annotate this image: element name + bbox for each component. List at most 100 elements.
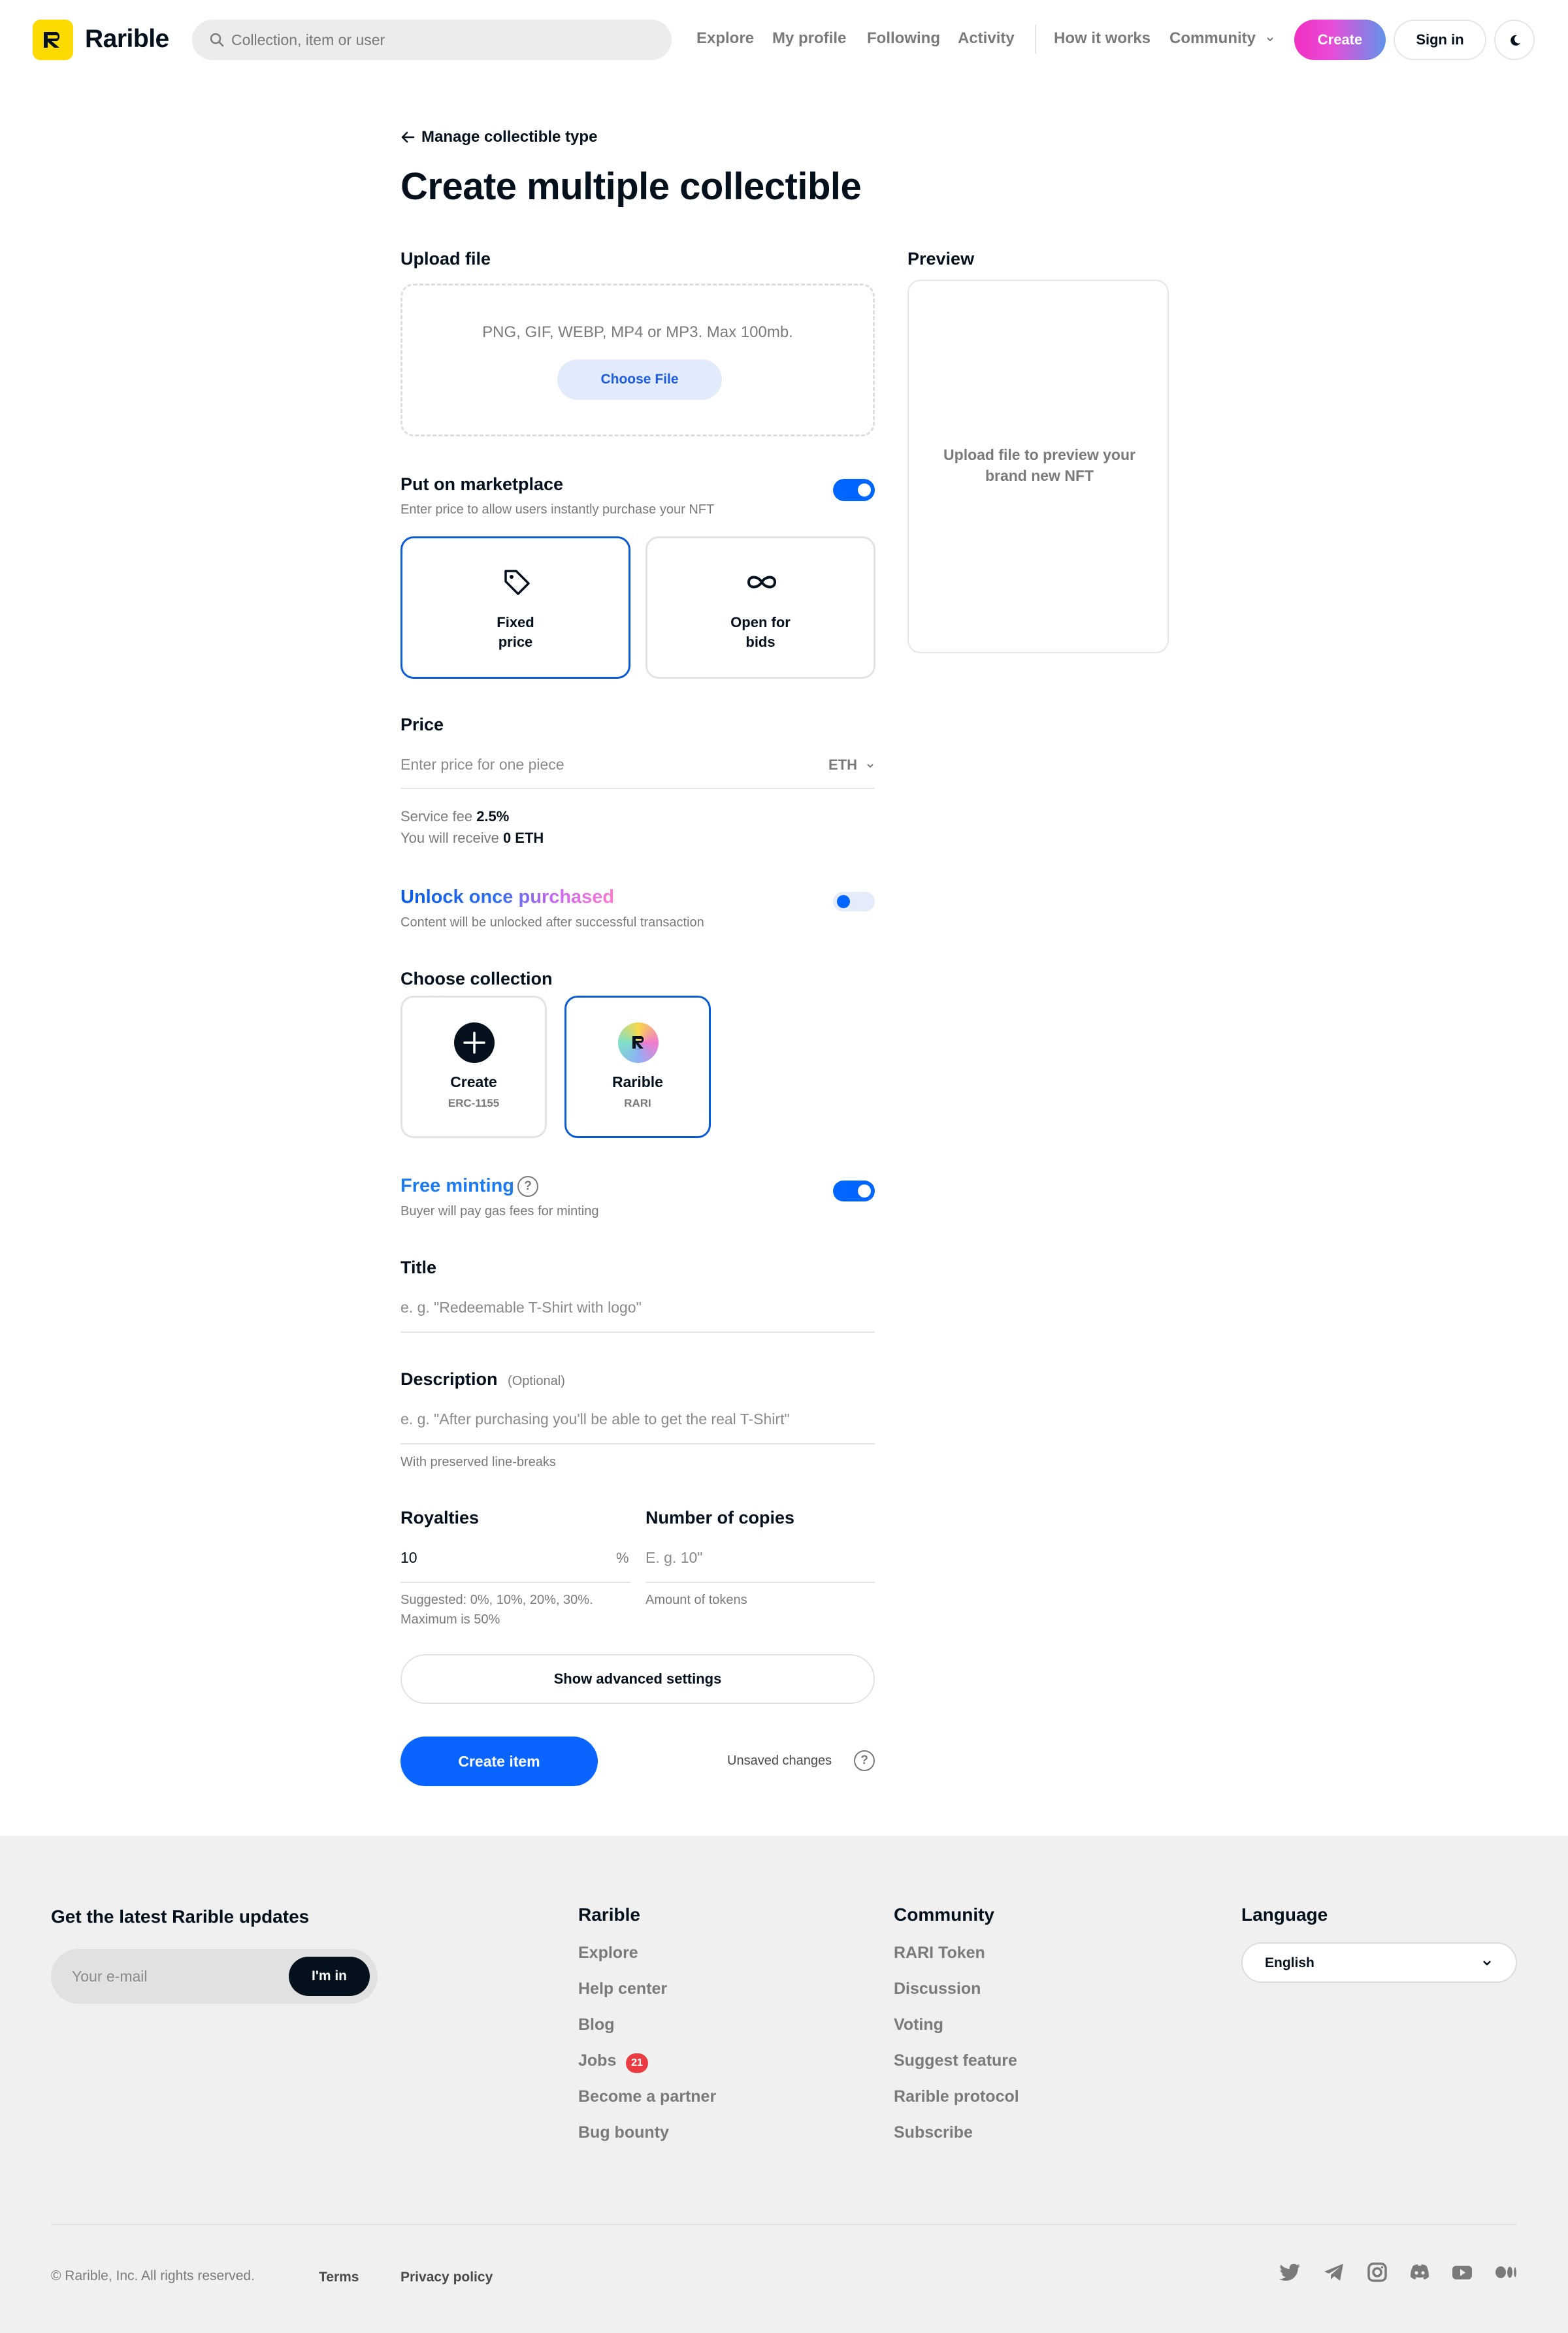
royalties-label: Royalties: [400, 1508, 480, 1527]
nav-explore[interactable]: Explore: [696, 29, 754, 48]
fixed-price-label: Fixed price: [497, 614, 534, 650]
currency-value: ETH: [828, 757, 857, 773]
copies-underline: [645, 1582, 875, 1583]
footer-link-rari-token[interactable]: RARI Token: [894, 1944, 985, 1963]
moon-icon: [1511, 35, 1520, 46]
footer-link-voting[interactable]: Voting: [894, 2015, 943, 2034]
chevron-down-icon: [1483, 1961, 1491, 1966]
instagram-icon[interactable]: [1365, 2262, 1389, 2283]
youtube-icon[interactable]: [1450, 2262, 1474, 2283]
preview-label: Preview: [907, 249, 975, 269]
footer-link-blog[interactable]: Blog: [578, 2015, 615, 2034]
nav-how-it-works[interactable]: How it works: [1054, 29, 1151, 48]
discord-icon[interactable]: [1408, 2262, 1431, 2283]
language-value: English: [1265, 1955, 1315, 1970]
subscribe-button[interactable]: I'm in: [289, 1957, 370, 1996]
rarible-collection-name: Rarible: [612, 1073, 663, 1090]
arrow-left-icon: [401, 131, 415, 143]
medium-icon[interactable]: [1494, 2262, 1518, 2283]
copyright-text: © Rarible, Inc. All rights reserved.: [51, 2268, 255, 2283]
preview-placeholder-text: Upload file to preview your brand new NF…: [943, 446, 1135, 484]
telegram-icon[interactable]: [1322, 2262, 1346, 2283]
upload-hint: PNG, GIF, WEBP, MP4 or MP3. Max 100mb.: [482, 323, 793, 341]
unsaved-help-icon[interactable]: ?: [854, 1750, 875, 1771]
nav-my-profile[interactable]: My profile: [772, 29, 846, 48]
sign-in-button[interactable]: Sign in: [1394, 20, 1486, 60]
create-collection-name: Create: [450, 1073, 497, 1090]
description-hint: With preserved line-breaks: [400, 1455, 556, 1469]
copies-label: Number of copies: [645, 1508, 795, 1527]
free-minting-toggle[interactable]: [833, 1181, 875, 1201]
footer-link-suggest-feature[interactable]: Suggest feature: [894, 2051, 1017, 2070]
footer-link-discussion[interactable]: Discussion: [894, 1980, 981, 1999]
description-input[interactable]: [400, 1406, 875, 1432]
create-collection-card[interactable]: Create ERC-1155: [400, 996, 547, 1138]
footer-rarible-title: Rarible: [578, 1904, 640, 1925]
show-advanced-settings-button[interactable]: Show advanced settings: [400, 1654, 875, 1704]
search-bar[interactable]: [192, 20, 672, 60]
footer-language-title: Language: [1241, 1904, 1328, 1925]
rarible-collection-card[interactable]: Rarible RARI: [564, 996, 711, 1138]
create-item-button[interactable]: Create item: [400, 1737, 598, 1786]
royalties-input[interactable]: [400, 1544, 603, 1571]
privacy-policy-link[interactable]: Privacy policy: [400, 2270, 493, 2285]
title-input[interactable]: [400, 1294, 875, 1320]
copies-input[interactable]: [645, 1544, 874, 1571]
top-navigation: Rarible Explore My profile Following Act…: [0, 0, 1568, 78]
open-for-bids-option[interactable]: Open for bids: [645, 536, 875, 679]
language-select[interactable]: English: [1241, 1942, 1517, 1983]
royalties-unit: %: [616, 1550, 629, 1566]
currency-select[interactable]: ETH: [828, 757, 874, 774]
description-optional: (Optional): [508, 1374, 565, 1388]
footer-link-become-partner[interactable]: Become a partner: [578, 2087, 716, 2106]
rarible-logo-icon[interactable]: [33, 20, 73, 60]
footer-link-explore[interactable]: Explore: [578, 1944, 638, 1963]
email-input[interactable]: [72, 1949, 268, 2004]
price-input[interactable]: [400, 751, 812, 777]
newsletter-form: I'm in: [51, 1949, 378, 2004]
unlock-label: Unlock once purchased: [400, 887, 615, 907]
preview-card: Upload file to preview your brand new NF…: [907, 280, 1169, 653]
brand-name[interactable]: Rarible: [85, 25, 169, 54]
footer-link-rarible-protocol[interactable]: Rarible protocol: [894, 2087, 1019, 2106]
marketplace-subtext: Enter price to allow users instantly pur…: [400, 502, 715, 517]
footer: Get the latest Rarible updates I'm in Ra…: [0, 1836, 1568, 2333]
upload-dropzone[interactable]: PNG, GIF, WEBP, MP4 or MP3. Max 100mb. C…: [400, 284, 875, 436]
royalties-hint-1: Suggested: 0%, 10%, 20%, 30%.: [400, 1593, 593, 1607]
price-label: Price: [400, 715, 444, 734]
fixed-price-option[interactable]: Fixed price: [400, 536, 630, 679]
search-input[interactable]: [231, 20, 656, 60]
marketplace-toggle[interactable]: [833, 479, 875, 501]
footer-link-help-center[interactable]: Help center: [578, 1980, 667, 1999]
footer-link-subscribe[interactable]: Subscribe: [894, 2123, 973, 2142]
chevron-down-icon: [867, 764, 874, 768]
nav-following[interactable]: Following: [867, 29, 940, 48]
footer-link-jobs[interactable]: Jobs: [578, 2051, 616, 2070]
title-underline: [400, 1331, 875, 1333]
unsaved-changes-text: Unsaved changes: [727, 1754, 832, 1768]
footer-link-bug-bounty[interactable]: Bug bounty: [578, 2123, 669, 2142]
collection-label: Choose collection: [400, 969, 553, 988]
free-minting-label: Free minting: [400, 1175, 515, 1196]
twitter-icon[interactable]: [1279, 2262, 1302, 2283]
free-minting-help-icon[interactable]: ?: [517, 1176, 538, 1197]
page-title: Create multiple collectible: [400, 165, 862, 208]
unlock-toggle[interactable]: [833, 892, 875, 911]
service-fee-text: Service fee 2.5%: [400, 808, 510, 824]
nav-divider: [1035, 25, 1036, 54]
terms-link[interactable]: Terms: [319, 2270, 359, 2285]
nav-activity[interactable]: Activity: [958, 29, 1015, 48]
theme-toggle-button[interactable]: [1494, 20, 1535, 60]
choose-file-button[interactable]: Choose File: [557, 359, 722, 400]
price-underline: [400, 788, 875, 789]
price-tag-icon: [504, 570, 530, 595]
nav-community[interactable]: Community: [1169, 29, 1275, 48]
marketplace-label: Put on marketplace: [400, 474, 564, 494]
description-label: Description (Optional): [400, 1369, 565, 1389]
copies-hint: Amount of tokens: [645, 1593, 747, 1607]
upload-label: Upload file: [400, 249, 491, 269]
jobs-count-badge: 21: [626, 2053, 648, 2073]
create-button[interactable]: Create: [1294, 20, 1386, 60]
back-link[interactable]: Manage collectible type: [400, 128, 597, 146]
royalties-hint-2: Maximum is 50%: [400, 1612, 500, 1627]
